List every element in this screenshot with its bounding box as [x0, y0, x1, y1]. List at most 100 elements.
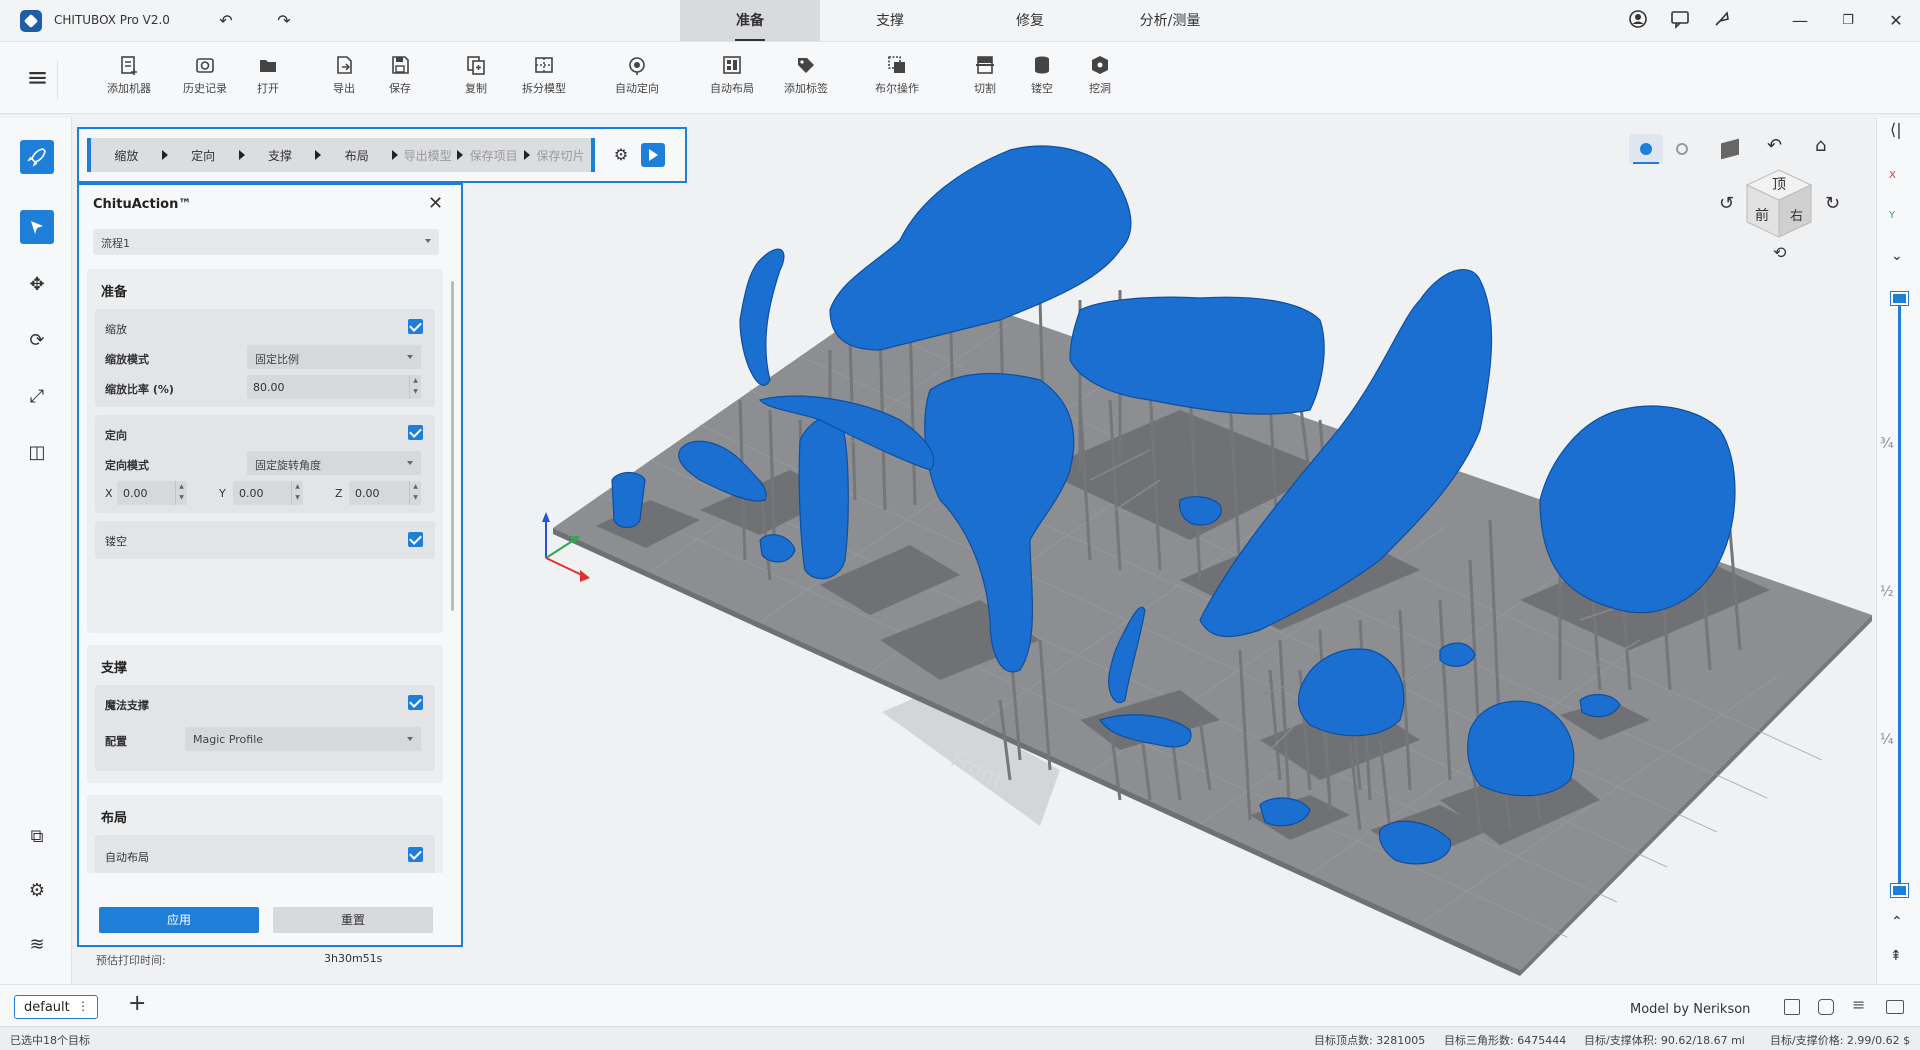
- message-icon[interactable]: [1668, 9, 1692, 33]
- pipeline-step-layout[interactable]: 布局: [321, 147, 392, 164]
- support-profile-select[interactable]: Magic Profile: [185, 727, 421, 751]
- tab-prepare[interactable]: 准备: [680, 0, 820, 41]
- close-icon[interactable]: ✕: [428, 193, 443, 214]
- pipeline-step-export[interactable]: 导出模型: [398, 147, 457, 164]
- auto-layout-checkbox[interactable]: [408, 847, 423, 862]
- y-axis-indicator: Y: [1889, 210, 1896, 221]
- restore-icon[interactable]: ❐: [1836, 9, 1860, 33]
- hollow-button[interactable]: 镂空: [1010, 54, 1074, 96]
- redo-icon[interactable]: ↷: [272, 9, 296, 33]
- pipeline-run-icon[interactable]: [641, 143, 665, 167]
- auto-orient-button[interactable]: 自动定向: [605, 54, 669, 96]
- open-label: 打开: [257, 82, 279, 95]
- rotate-view-right-icon[interactable]: ↻: [1825, 193, 1840, 214]
- home-view-icon[interactable]: ⌂: [1815, 135, 1826, 156]
- orient-checkbox[interactable]: [408, 425, 423, 440]
- pipeline-step-save-project[interactable]: 保存项目: [463, 147, 524, 164]
- scale-ratio-value: 80.00: [253, 381, 285, 394]
- pipeline-step-support[interactable]: 支撑: [245, 147, 316, 164]
- add-plate-icon[interactable]: +: [128, 991, 146, 1016]
- flow-select-value: 流程1: [101, 237, 130, 250]
- rotate-z-input[interactable]: 0.00 ▲ ▼: [349, 481, 421, 505]
- add-printer-button[interactable]: 添加机器: [97, 54, 161, 96]
- layout-section: 布局 自动布局: [87, 795, 443, 873]
- pipeline-step-scale[interactable]: 缩放: [91, 147, 162, 164]
- auto-orient-label: 自动定向: [615, 82, 659, 95]
- scale-ratio-input[interactable]: 80.00 ▲ ▼: [247, 375, 421, 399]
- reset-button[interactable]: 重置: [273, 907, 433, 933]
- select-cursor-icon[interactable]: [20, 210, 54, 244]
- pipeline-settings-icon[interactable]: ⚙: [611, 145, 631, 165]
- rotate-view-left-icon[interactable]: ↺: [1719, 193, 1734, 214]
- apply-button[interactable]: 应用: [99, 907, 259, 933]
- chitu-action-pipeline: 缩放 定向 支撑 布局 导出模型 保存项目 保存切片 ⚙: [77, 127, 687, 183]
- chevron-up-icon[interactable]: ⌃: [1891, 914, 1903, 930]
- drill-hole-button[interactable]: 挖洞: [1068, 54, 1132, 96]
- flow-select[interactable]: 流程1: [93, 229, 439, 255]
- copy-button[interactable]: 复制: [444, 54, 508, 96]
- rotate-x-stepper[interactable]: ▲ ▼: [175, 481, 187, 505]
- pipeline-step-orient[interactable]: 定向: [168, 147, 239, 164]
- rotate-z-value: 0.00: [355, 487, 380, 500]
- scale-checkbox[interactable]: [408, 319, 423, 334]
- save-button[interactable]: 保存: [368, 54, 432, 96]
- auto-layout-button[interactable]: 自动布局: [700, 54, 764, 96]
- open-button[interactable]: 打开: [236, 54, 300, 96]
- account-icon[interactable]: [1626, 9, 1650, 33]
- rotate-y-input[interactable]: 0.00 ▲ ▼: [233, 481, 303, 505]
- auto-orient-icon: [629, 57, 645, 75]
- rotate-view-up-icon[interactable]: ↶: [1767, 135, 1782, 156]
- layer-slider-bottom-handle[interactable]: [1891, 884, 1908, 897]
- scale-ratio-stepper[interactable]: ▲ ▼: [409, 375, 421, 399]
- feedback-icon[interactable]: [1710, 9, 1734, 33]
- pipeline-step-save-slice[interactable]: 保存切片: [530, 147, 591, 164]
- move-icon[interactable]: ✥: [20, 268, 54, 302]
- more-vertical-icon[interactable]: ⋮: [77, 999, 89, 1013]
- collapse-panel-icon[interactable]: ⟨|: [1890, 120, 1902, 139]
- tab-support[interactable]: 支撑: [820, 0, 960, 41]
- minimize-icon[interactable]: —: [1788, 9, 1812, 33]
- mirror-icon[interactable]: ◫: [20, 436, 54, 470]
- render-mode-toggle[interactable]: [1629, 134, 1699, 164]
- slice-settings-icon[interactable]: ≋: [20, 928, 54, 962]
- shaded-mode-icon[interactable]: [1629, 134, 1663, 164]
- rotate-y-stepper[interactable]: ▲ ▼: [291, 481, 303, 505]
- keyboard-icon[interactable]: [1886, 1000, 1904, 1014]
- undo-icon[interactable]: ↶: [214, 9, 238, 33]
- chevron-down-icon[interactable]: ⌄: [1891, 248, 1903, 264]
- layer-slider-track[interactable]: [1898, 298, 1901, 888]
- layout-view-icon[interactable]: [1784, 999, 1800, 1015]
- boolean-button[interactable]: 布尔操作: [865, 54, 929, 96]
- layers-icon[interactable]: ⧉: [20, 820, 54, 854]
- rotate-z-stepper[interactable]: ▲ ▼: [409, 481, 421, 505]
- rotate-icon[interactable]: ⟳: [20, 324, 54, 358]
- orient-mode-select[interactable]: 固定旋转角度: [247, 451, 421, 475]
- scale-mode-select[interactable]: 固定比例: [247, 345, 421, 369]
- panel-scrollbar[interactable]: [451, 281, 454, 611]
- rotate-x-input[interactable]: 0.00 ▲ ▼: [117, 481, 187, 505]
- xray-mode-icon[interactable]: [1665, 134, 1699, 164]
- export-button[interactable]: 导出: [312, 54, 376, 96]
- scale-icon[interactable]: ⤢: [20, 380, 54, 414]
- magic-support-checkbox[interactable]: [408, 695, 423, 710]
- tab-analysis[interactable]: 分析/测量: [1100, 0, 1240, 41]
- close-window-icon[interactable]: ✕: [1884, 9, 1908, 33]
- list-view-icon[interactable]: ≡: [1852, 995, 1865, 1014]
- rotate-view-down-icon[interactable]: ⟲: [1773, 243, 1786, 262]
- cut-button[interactable]: 切割: [953, 54, 1017, 96]
- overlap-view-icon[interactable]: [1818, 999, 1834, 1015]
- chevron-down-icon: [407, 737, 413, 741]
- hollow-checkbox[interactable]: [408, 532, 423, 547]
- menu-icon[interactable]: ≡: [18, 60, 58, 100]
- add-tag-button[interactable]: 添加标签: [774, 54, 838, 96]
- layer-slider-top-handle[interactable]: [1891, 292, 1908, 305]
- view-cube[interactable]: 顶 前 右: [1739, 165, 1819, 245]
- slider-mark-three-quarter: ¾: [1880, 436, 1894, 452]
- rma-icon[interactable]: ⚙: [20, 874, 54, 908]
- chitu-action-rocket-icon[interactable]: [20, 140, 54, 174]
- tab-repair[interactable]: 修复: [960, 0, 1100, 41]
- plate-tab-default[interactable]: default ⋮: [14, 995, 98, 1019]
- split-model-button[interactable]: 拆分模型: [512, 54, 576, 96]
- history-button[interactable]: 历史记录: [173, 54, 237, 96]
- layer-settings-icon[interactable]: ⇞: [1890, 948, 1902, 964]
